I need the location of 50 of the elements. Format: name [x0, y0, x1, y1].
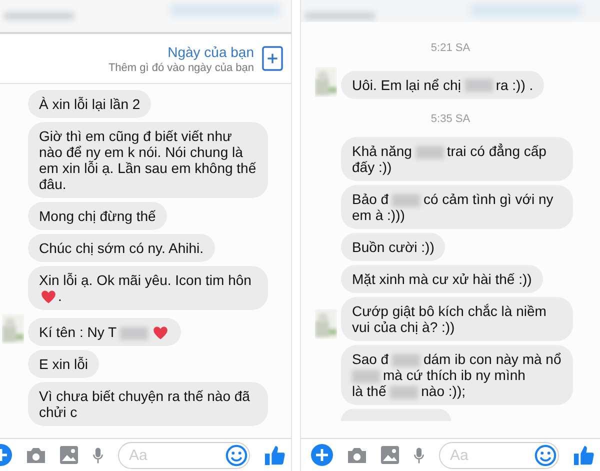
camera-icon[interactable] [26, 446, 46, 464]
message-text: em à :))) [352, 207, 405, 223]
message-text: . [58, 288, 62, 304]
message-text: đấy :)) [352, 159, 392, 175]
message-text: Sao đ [352, 351, 389, 367]
thumbs-up-icon[interactable] [264, 444, 285, 466]
redaction-blur [392, 194, 420, 207]
day-card-title: Ngày của bạn [168, 42, 254, 60]
message-text: Buồn cười :)) [352, 239, 434, 255]
message-text: dám ib con này mà nổ [423, 351, 562, 367]
message-text: Kí tên : Ny T [39, 324, 116, 340]
message-text: có cảm tình gì với ny [423, 191, 554, 207]
add-icon[interactable] [262, 46, 283, 71]
message-text: Cướp giật bô kích chắc là niềm vui của chị à? :)) [352, 303, 546, 335]
message-text: mà cứ thích ib ny mình [383, 367, 526, 383]
thumbs-up-icon[interactable] [573, 444, 594, 466]
camera-icon[interactable] [347, 446, 367, 464]
redaction-blur [416, 146, 444, 159]
message-text: Bảo đ [352, 191, 389, 207]
message-text: Xin lỗi ạ. Ok mãi yêu. Icon tim hôn [39, 272, 252, 288]
message-text: Vì chưa biết chuyện ra thế nào đã chửi c [39, 388, 250, 420]
redaction-blur [390, 386, 418, 399]
message-text: Khả năng [352, 143, 412, 159]
message-text: nào :)); [421, 383, 466, 399]
timestamp: 5:35 SA [430, 112, 470, 126]
message-text: Mong chị đừng thế [39, 208, 156, 224]
microphone-icon[interactable] [92, 446, 104, 464]
message-text: Chúc chị sớm có ny. Ahihi. [39, 240, 204, 256]
day-card-subtitle: Thêm gì đó vào ngày của bạn [108, 60, 254, 74]
microphone-icon[interactable] [413, 446, 425, 464]
message-text: Mặt xinh mà cư xử hài thế :)) [352, 271, 532, 287]
message-text: là thế [352, 383, 386, 399]
redaction-blur [392, 354, 420, 367]
message-text: ra :)) . [496, 76, 534, 92]
emoji-icon[interactable] [225, 444, 248, 466]
heart-icon [153, 326, 168, 340]
redaction-blur [464, 79, 493, 92]
redaction-blur [120, 326, 148, 340]
timestamp: 5:21 SA [430, 41, 470, 56]
image-icon[interactable] [60, 446, 78, 464]
message-text: Uôi. Em lại nể chị [352, 76, 461, 92]
emoji-icon[interactable] [534, 444, 557, 466]
add-icon[interactable] [311, 444, 333, 466]
image-icon[interactable] [381, 446, 399, 464]
redaction-blur [352, 370, 380, 383]
message-text: À xin lỗi lại lần 2 [39, 96, 140, 112]
message-text: Giờ thì em cũng đ biết viết như nào để ny em k nói. Nói chung là em xin lỗi ạ. Lần sau em không thế đâu. [39, 128, 256, 192]
message-text: trai có đẳng cấp [446, 143, 546, 159]
heart-icon [41, 290, 56, 304]
message-text: E xin lỗi [39, 356, 88, 372]
